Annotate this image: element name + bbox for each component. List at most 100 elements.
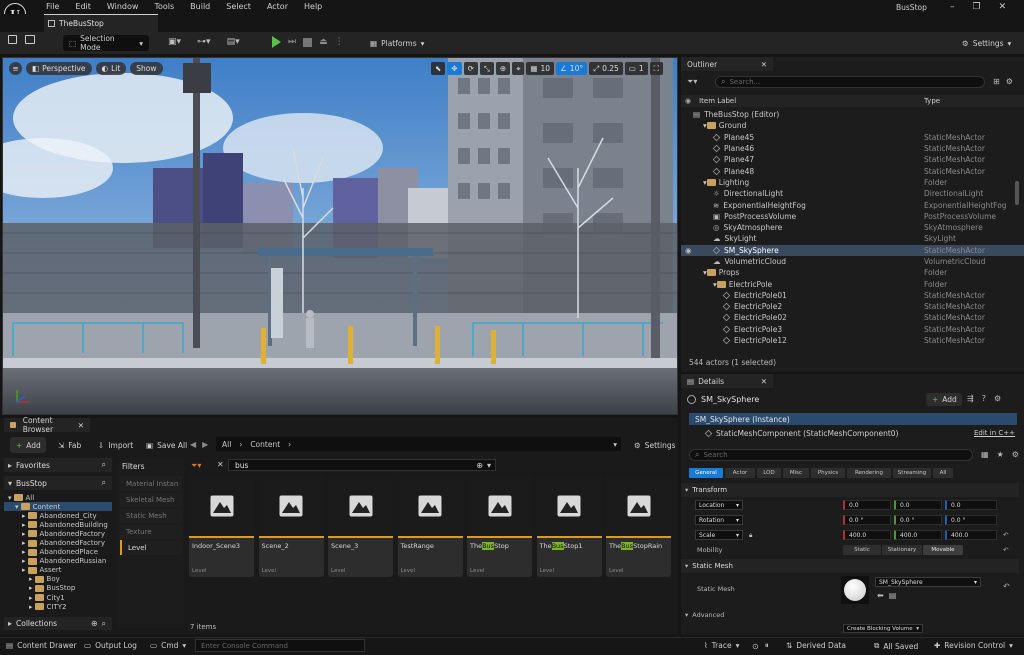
details-options-icon[interactable]: ⚙ bbox=[1012, 450, 1019, 459]
help-icon[interactable]: ? bbox=[982, 394, 986, 403]
search-icon[interactable]: ⌕ bbox=[102, 478, 106, 488]
details-filter-general[interactable]: General bbox=[689, 468, 723, 478]
filter-item[interactable]: Skeletal Mesh bbox=[120, 492, 182, 507]
cinematics-icon[interactable]: ▤▾ bbox=[227, 37, 240, 47]
location-x-field[interactable]: 0.0 bbox=[843, 500, 891, 510]
details-filter-actor[interactable]: Actor bbox=[725, 468, 755, 478]
location-dropdown[interactable]: Location ▾ bbox=[695, 500, 743, 510]
reset-icon[interactable]: ↶ bbox=[1003, 546, 1008, 554]
perspective-button[interactable]: ◧ Perspective bbox=[26, 62, 92, 75]
details-filter-physics[interactable]: Physics bbox=[811, 468, 845, 478]
outliner-row[interactable]: ☁ VolumetricCloud VolumetricCloud bbox=[681, 256, 1024, 267]
filter-dropdown-icon[interactable]: ⏷▾ bbox=[191, 461, 201, 471]
revision-control-button[interactable]: ✚ Revision Control ▾ bbox=[934, 641, 1013, 650]
favorite-star-icon[interactable]: ★ bbox=[997, 450, 1004, 459]
asset-tile[interactable]: TheBusStopRain Level bbox=[606, 476, 671, 577]
outliner-row[interactable]: Plane47 StaticMeshActor bbox=[681, 154, 1024, 165]
reset-icon[interactable]: ↶ bbox=[1003, 582, 1010, 591]
outliner-row[interactable]: ▾ Lighting Folder bbox=[681, 177, 1024, 188]
outliner-row[interactable]: ≋ ExponentialHeightFog ExponentialHeightFo… bbox=[681, 199, 1024, 210]
search-icon[interactable]: ⌕ bbox=[102, 460, 106, 470]
breadcrumb-all[interactable]: All bbox=[222, 440, 231, 449]
close-tab-icon[interactable]: ✕ bbox=[78, 421, 84, 430]
details-filter-lod[interactable]: LOD bbox=[757, 468, 781, 478]
outliner-row[interactable]: ▤ TheBusStop (Editor) bbox=[681, 109, 1024, 120]
folder-tree-item[interactable]: ▸ CITY2 bbox=[4, 602, 112, 611]
world-local-icon[interactable]: ⊕ bbox=[495, 62, 511, 75]
folder-tree-item[interactable]: ▸ AbandonedFactory bbox=[4, 529, 112, 538]
add-folder-icon[interactable]: ⊞ bbox=[993, 77, 1000, 86]
scale-tool-icon[interactable]: ⤡ bbox=[479, 62, 494, 75]
outliner-row[interactable]: ElectricPole02 StaticMeshActor bbox=[681, 312, 1024, 323]
menu-tools[interactable]: Tools bbox=[146, 0, 182, 14]
create-blocking-volume-dropdown[interactable]: Create Blocking Volume ▾ bbox=[843, 624, 923, 633]
lit-button[interactable]: ◐ Lit bbox=[95, 62, 127, 75]
selection-mode-dropdown[interactable]: ⬚ Selection Mode ▾ bbox=[63, 34, 149, 52]
reset-icon[interactable]: ↶ bbox=[1003, 531, 1008, 539]
scale-snap-button[interactable]: ⤢ 0.25 bbox=[589, 62, 623, 75]
component-row[interactable]: StaticMeshComponent (StaticMeshComponent… bbox=[689, 427, 1017, 439]
cb-settings-button[interactable]: ⚙ Settings bbox=[628, 437, 682, 453]
translate-tool-icon[interactable]: ✥ bbox=[447, 62, 462, 75]
close-icon[interactable]: ✕ bbox=[999, 2, 1007, 12]
busstop-root-header[interactable]: ▾ BusStop ⌕ bbox=[4, 476, 112, 490]
chevron-right-icon[interactable]: ▸ bbox=[22, 512, 26, 520]
folder-tree-item[interactable]: ▸ AbandonedBuilding bbox=[4, 520, 112, 529]
rotation-z-field[interactable]: 0.0 ° bbox=[945, 515, 997, 525]
details-filter-streaming[interactable]: Streaming bbox=[893, 468, 931, 478]
add-component-button[interactable]: + Add bbox=[926, 393, 962, 406]
breadcrumb-content[interactable]: Content bbox=[250, 440, 280, 449]
static-mesh-thumbnail[interactable] bbox=[841, 576, 869, 604]
outliner-tab[interactable]: Outliner ✕ bbox=[681, 57, 773, 71]
advanced-row[interactable]: ▾ Advanced bbox=[681, 608, 1019, 622]
menu-window[interactable]: Window bbox=[99, 0, 147, 14]
add-search-icon[interactable]: ⊕ bbox=[476, 461, 483, 470]
record-icon[interactable]: ⊙ bbox=[752, 642, 759, 651]
asset-tile[interactable]: Indoor_Scene3 Level bbox=[189, 476, 254, 577]
browse-icon[interactable]: ▤ bbox=[889, 591, 897, 600]
scale-dropdown[interactable]: Scale ▾ bbox=[695, 530, 743, 540]
clear-search-icon[interactable]: ✕ bbox=[217, 460, 224, 469]
column-type[interactable]: Type bbox=[924, 97, 940, 105]
asset-tile[interactable]: TheBusStop Level bbox=[467, 476, 532, 577]
outliner-scrollbar[interactable] bbox=[1015, 181, 1019, 205]
camera-speed-button[interactable]: ▭ 1 bbox=[624, 62, 648, 75]
outliner-row[interactable]: ElectricPole3 StaticMeshActor bbox=[681, 324, 1024, 335]
outliner-row[interactable]: ☁ SkyLight SkyLight bbox=[681, 233, 1024, 244]
mobility-stationary[interactable]: Stationary bbox=[882, 545, 922, 555]
edit-cpp-link[interactable]: Edit in C++ bbox=[974, 429, 1015, 437]
outliner-row[interactable]: Plane48 StaticMeshActor bbox=[681, 165, 1024, 176]
import-button[interactable]: ⇩ Import bbox=[92, 437, 139, 453]
mobility-movable[interactable]: Movable bbox=[923, 545, 963, 555]
search-dropdown-icon[interactable]: ▾ bbox=[487, 461, 491, 470]
details-filter-all[interactable]: All bbox=[933, 468, 953, 478]
save-all-button[interactable]: ▣ Save All bbox=[140, 437, 193, 453]
chevron-right-icon[interactable]: ▸ bbox=[29, 603, 33, 611]
menu-build[interactable]: Build bbox=[182, 0, 218, 14]
eject-icon[interactable]: ⏏ bbox=[319, 37, 328, 47]
chevron-right-icon[interactable]: ▸ bbox=[29, 575, 33, 583]
step-icon[interactable]: ⏭ bbox=[288, 37, 296, 47]
add-button[interactable]: + Add bbox=[10, 437, 46, 453]
rotation-y-field[interactable]: 0.0 ° bbox=[894, 515, 942, 525]
lock-icon[interactable]: 🔒︎ bbox=[749, 531, 752, 540]
maximize-icon[interactable]: ❐ bbox=[973, 2, 981, 12]
static-mesh-dropdown[interactable]: SM_SkySphere ▾ bbox=[875, 577, 981, 587]
select-tool-icon[interactable]: ⬉ bbox=[431, 62, 446, 75]
instance-row[interactable]: SM_SkySphere (Instance) bbox=[689, 413, 1017, 425]
history-dropdown-icon[interactable]: ▾ bbox=[613, 440, 617, 449]
outliner-row[interactable]: ElectricPole2 StaticMeshActor bbox=[681, 301, 1024, 312]
chevron-right-icon[interactable]: ▸ bbox=[29, 594, 33, 602]
rotation-snap-button[interactable]: ∠ 10° bbox=[556, 62, 588, 75]
search-icon[interactable]: ⌕ bbox=[102, 619, 106, 629]
stop-icon[interactable] bbox=[303, 37, 313, 47]
chevron-right-icon[interactable]: ▾ bbox=[15, 503, 19, 511]
outliner-row[interactable]: ▾ Ground bbox=[681, 120, 1024, 131]
details-settings-icon[interactable]: ⚙ bbox=[994, 394, 1001, 403]
outliner-row[interactable]: Plane45 StaticMeshActor bbox=[681, 132, 1024, 143]
cmd-dropdown[interactable]: ▭ Cmd ▾ bbox=[150, 641, 186, 650]
content-drawer-button[interactable]: ▤ Content Drawer bbox=[6, 641, 77, 650]
console-input[interactable]: Enter Console Command bbox=[195, 639, 365, 652]
chevron-right-icon[interactable]: ▸ bbox=[22, 548, 26, 556]
folder-tree-item[interactable]: ▸ Abandoned_City bbox=[4, 511, 112, 520]
